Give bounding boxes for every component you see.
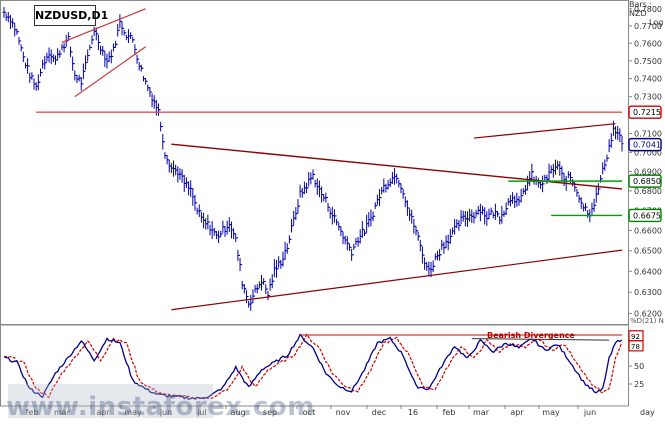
symbol-label: NZDUSD,D1: [34, 5, 108, 26]
price-tag-label: 0.6675: [633, 211, 661, 220]
osc-level-tag-label: 92: [631, 333, 640, 341]
price-tick-label: 0.7500: [634, 57, 662, 66]
date-tick-label: nov: [336, 408, 351, 417]
date-tick-label: apr: [510, 408, 524, 417]
date-tick-label: may: [542, 408, 560, 417]
osc-level-tag-label: 78: [631, 343, 640, 351]
price-tick-label: 0.7300: [634, 93, 662, 102]
chart-root: 0.78000.77000.76000.75000.74000.73000.72…: [0, 0, 665, 421]
date-tick-label: dec: [372, 408, 386, 417]
date-tick-label: feb: [443, 408, 456, 417]
log-label: Log: [649, 18, 664, 27]
osc-tick-label: 25: [634, 380, 644, 389]
top-right-label: Bars : NZD Log: [629, 0, 665, 27]
price-tick-label: 0.6300: [634, 288, 662, 297]
date-tick-label: jun: [583, 408, 596, 417]
main-panel-frame: [0, 0, 629, 325]
price-tick-label: 0.7100: [634, 130, 662, 139]
channel-lower-line: [171, 249, 623, 311]
osc-corner-label: %D(21) N: [630, 317, 664, 325]
bars-label: Bars : NZD: [629, 0, 653, 18]
price-tick-label: 0.7600: [634, 39, 662, 48]
price-tick-label: 0.6800: [634, 187, 662, 196]
channel-upper-parallel-line: [473, 123, 616, 139]
day-label: day: [640, 408, 655, 417]
price-tick-label: 0.6500: [634, 247, 662, 256]
watermark-text: www.instaforex.com: [6, 392, 315, 422]
price-tick-label: 0.7400: [634, 75, 662, 84]
date-tick-label: 16: [408, 408, 418, 417]
price-tag-label: 0.6850: [633, 177, 661, 186]
price-tag-label: 0.7041: [633, 141, 661, 150]
price-tag-label: 0.7215: [633, 108, 661, 117]
chart-canvas: 0.78000.77000.76000.75000.74000.73000.72…: [0, 0, 664, 417]
date-tick-label: mar: [473, 408, 490, 417]
osc-title: Bearish Divergence: [487, 331, 575, 340]
osc-tick-label: 50: [634, 362, 644, 371]
price-tick-label: 0.6600: [634, 226, 662, 235]
price-tick-label: 0.6400: [634, 267, 662, 276]
